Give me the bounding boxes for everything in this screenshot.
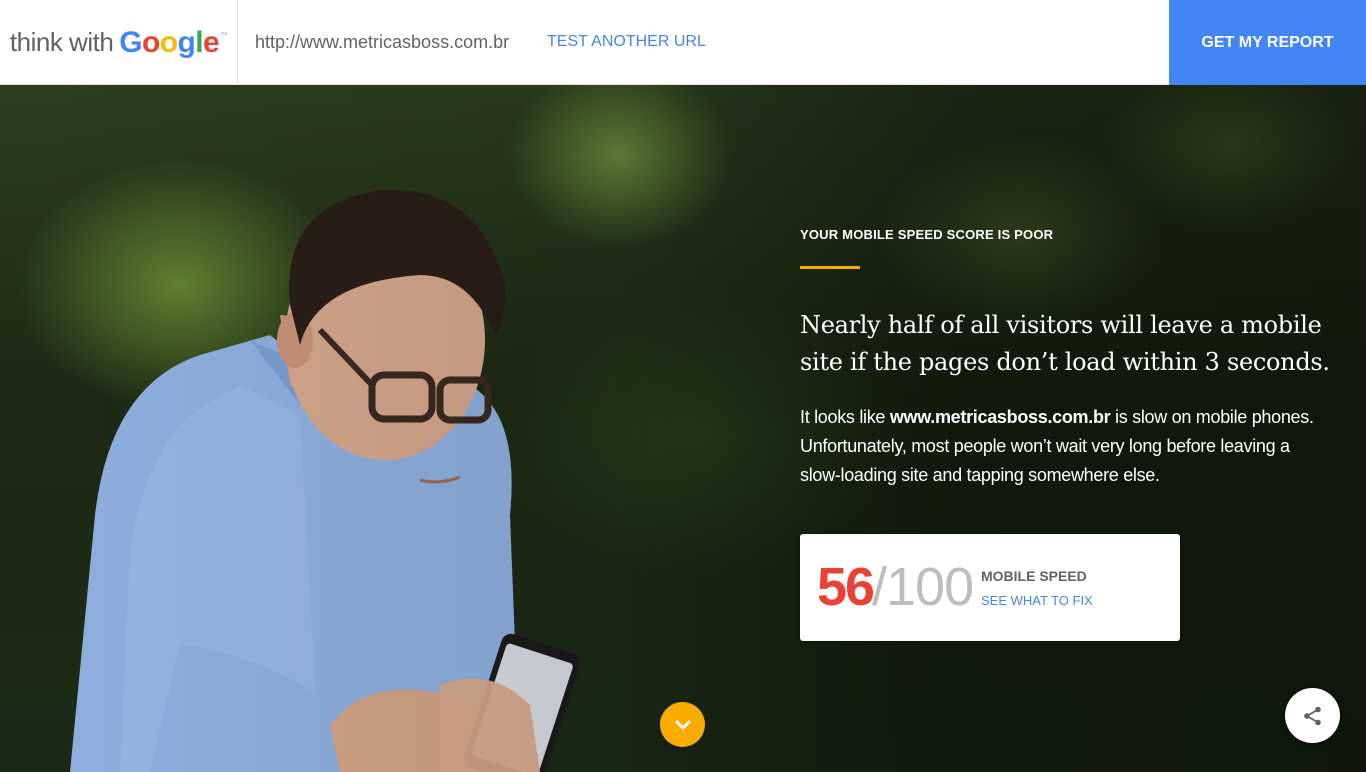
hero-headline: Nearly half of all visitors will leave a… xyxy=(800,307,1340,381)
google-letter: l xyxy=(195,25,203,59)
trademark-mark: ™ xyxy=(220,32,228,39)
google-wordmark: Google xyxy=(119,26,219,60)
score-label: MOBILE SPEED xyxy=(981,568,1087,584)
description-prefix: It looks like xyxy=(800,407,890,427)
tested-url: http://www.metricasboss.com.br xyxy=(255,32,510,52)
score-max: /100 xyxy=(872,557,974,617)
google-letter: G xyxy=(119,25,143,59)
accent-divider xyxy=(800,266,860,269)
headline-line: Nearly half of all visitors will leave a… xyxy=(800,311,1322,339)
see-what-to-fix-link[interactable]: SEE WHAT TO FIX xyxy=(981,593,1093,608)
scroll-down-button[interactable] xyxy=(660,702,705,747)
google-letter: g xyxy=(177,25,196,59)
google-letter: e xyxy=(203,25,220,59)
brand-prefix: think with xyxy=(9,27,114,57)
chevron-down-icon xyxy=(675,720,690,729)
share-icon xyxy=(1303,706,1321,725)
get-my-report-button[interactable]: GET MY REPORT xyxy=(1169,0,1366,85)
score-status-eyebrow: YOUR MOBILE SPEED SCORE IS POOR xyxy=(800,227,1054,242)
think-with-google-logo[interactable]: think with Google ™ xyxy=(0,0,238,85)
hero-description: It looks like www.metricasboss.com.br is… xyxy=(800,403,1320,490)
google-letter: o xyxy=(159,25,178,59)
top-bar: think with Google ™ http://www.metricasb… xyxy=(0,0,1366,85)
score-value: 56 xyxy=(817,557,875,617)
google-letter: o xyxy=(142,25,160,59)
share-button[interactable] xyxy=(1285,688,1340,743)
test-another-url-link[interactable]: TEST ANOTHER URL xyxy=(547,33,706,51)
headline-line: site if the pages don’t load within 3 se… xyxy=(800,348,1330,376)
description-domain: www.metricasboss.com.br xyxy=(889,407,1111,427)
hero-section: YOUR MOBILE SPEED SCORE IS POOR Nearly h… xyxy=(0,85,1366,772)
speed-score-card: 56 /100 MOBILE SPEED SEE WHAT TO FIX xyxy=(800,534,1180,641)
